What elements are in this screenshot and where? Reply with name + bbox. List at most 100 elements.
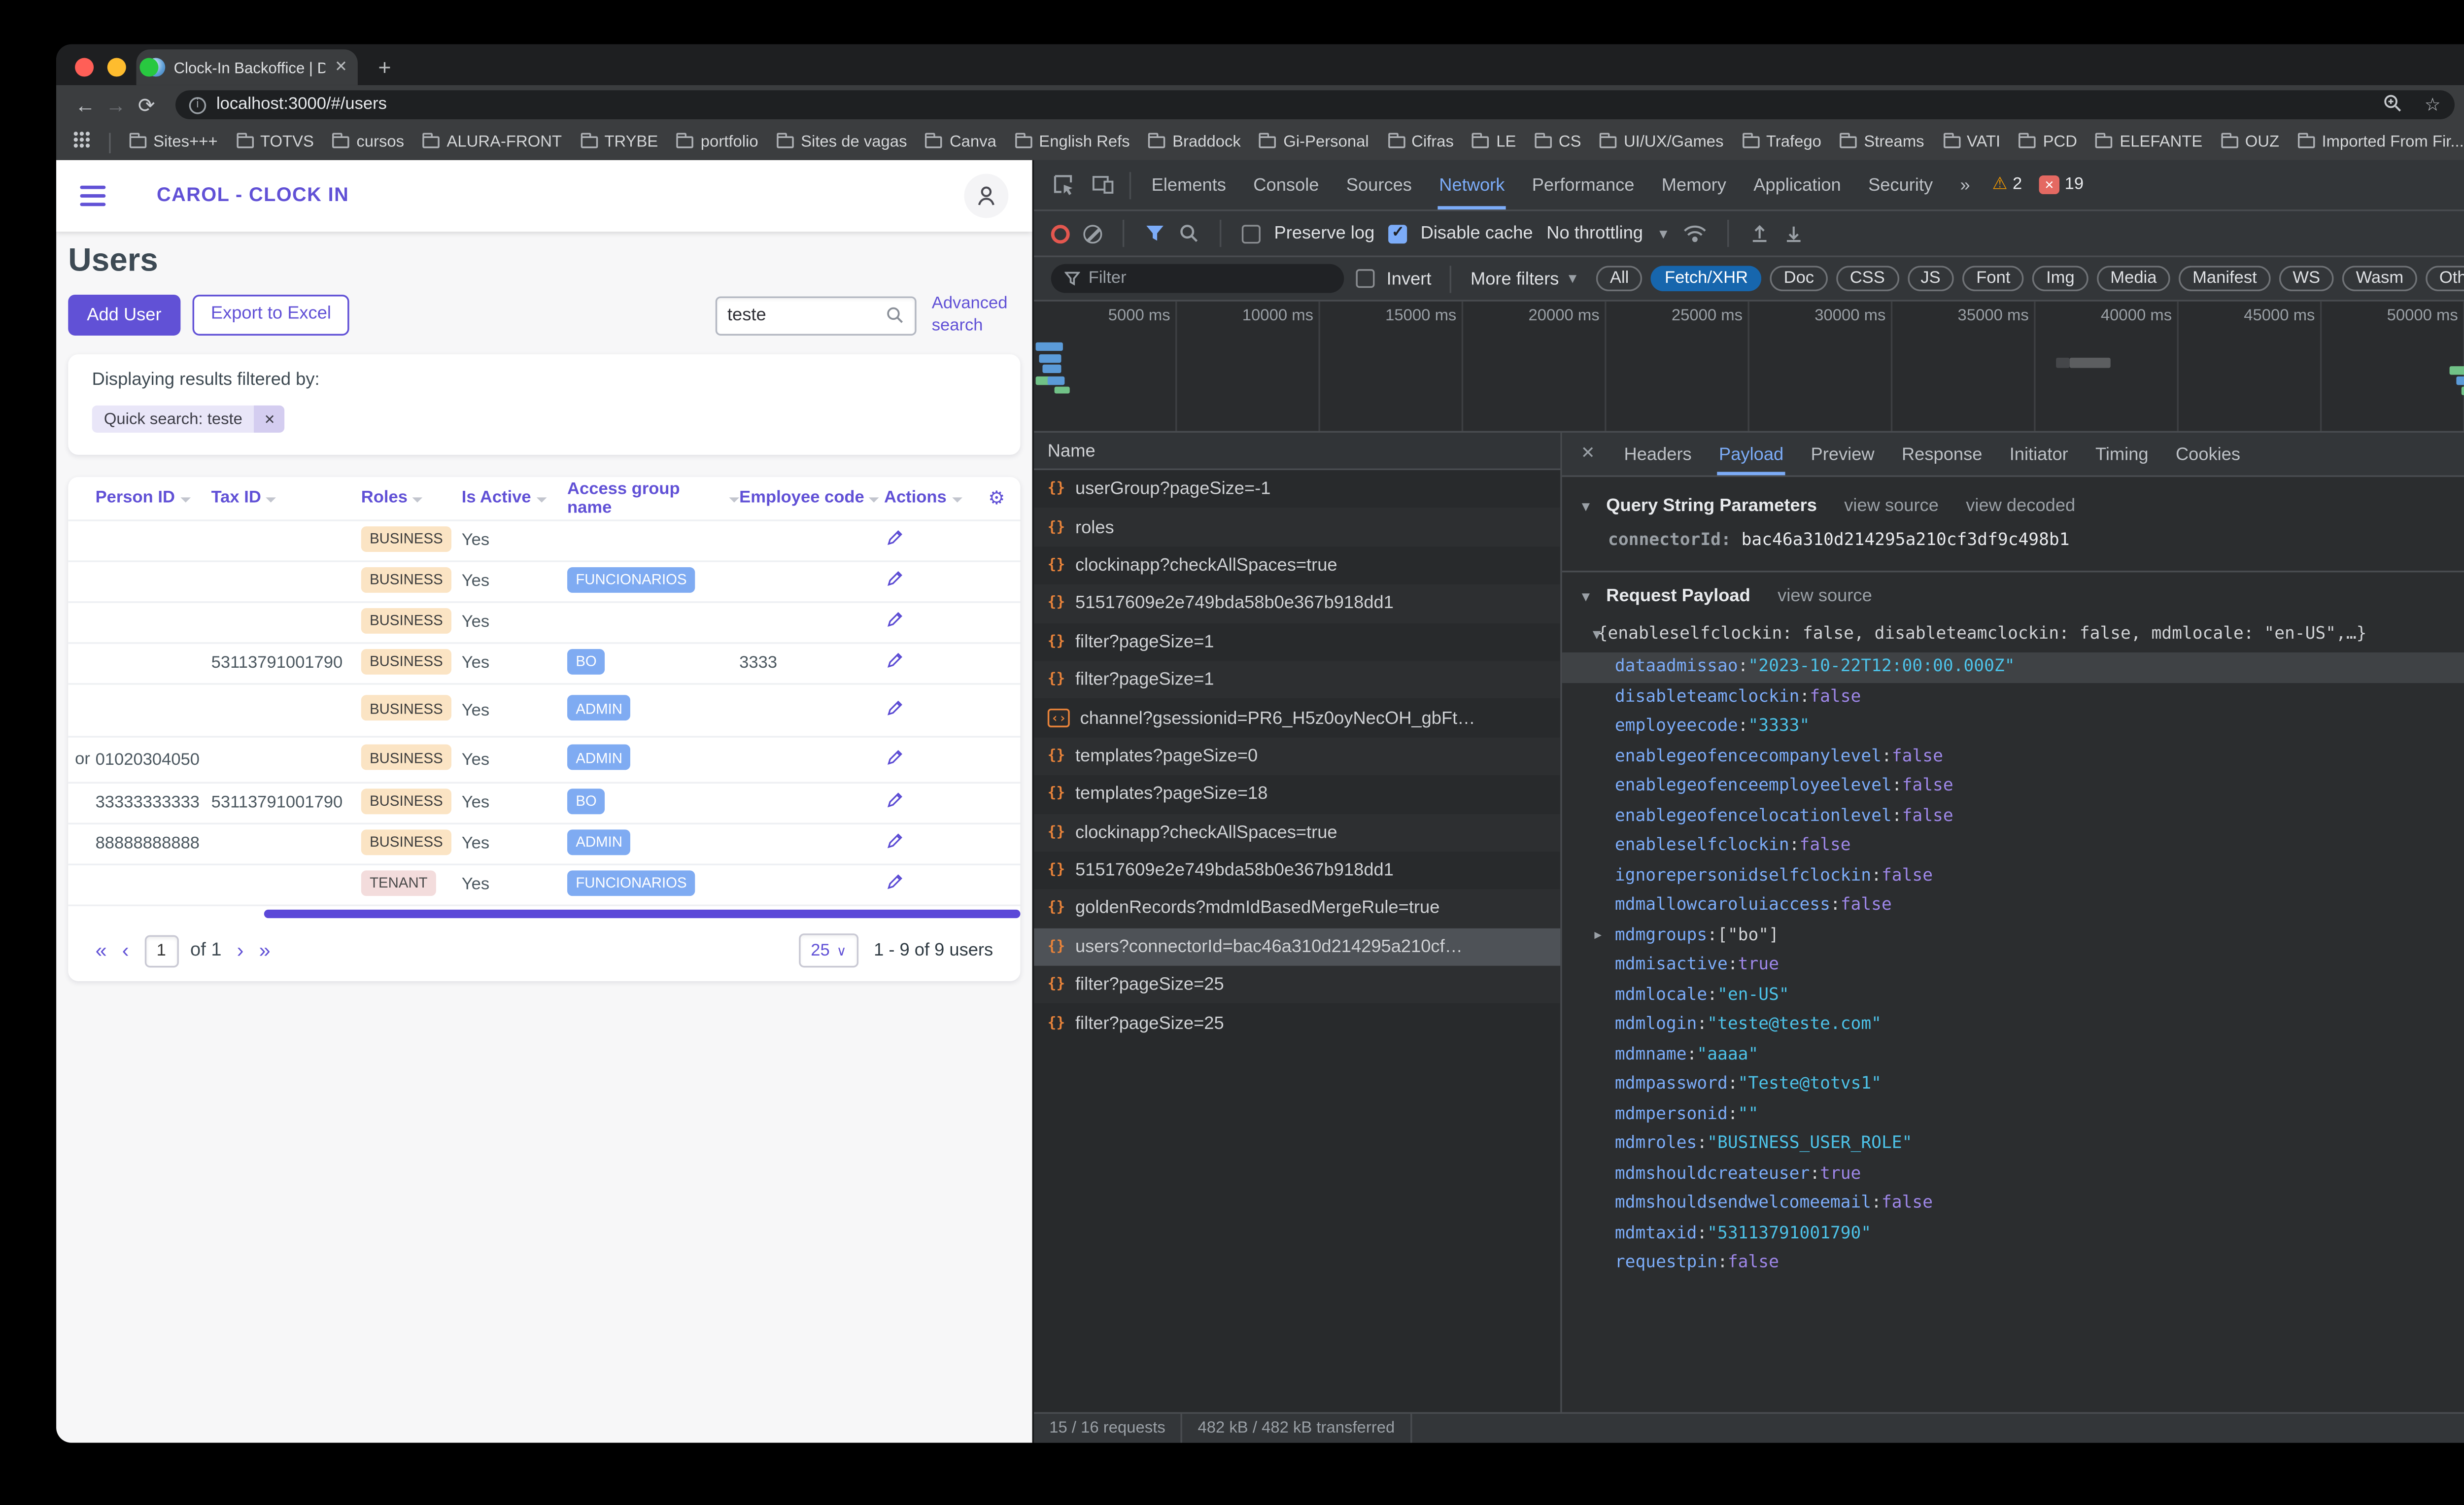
request-row[interactable]: {} templates?pageSize=0: [1034, 737, 1561, 776]
disable-cache-checkbox[interactable]: [1388, 222, 1407, 243]
column-header-actions[interactable]: Actions: [884, 489, 973, 508]
payload-entry[interactable]: mdmallowcaroluiaccess: false: [1562, 891, 2464, 921]
more-tabs-icon[interactable]: »: [1947, 160, 1984, 209]
warnings-badge[interactable]: ⚠ 2: [1992, 175, 2022, 194]
payload-entry[interactable]: enablegeofencecompanylevel: false: [1562, 742, 2464, 771]
payload-object-summary[interactable]: ▼ {enableselfclockin: false, disableteam…: [1562, 615, 2464, 652]
filter-chip-doc[interactable]: Doc: [1770, 266, 1828, 292]
preserve-log-checkbox[interactable]: [1241, 224, 1261, 243]
table-row[interactable]: BUSINESS Yes: [68, 521, 1021, 562]
bookmark-item[interactable]: Imported From Fir...: [2298, 133, 2464, 152]
devtools-tab-network[interactable]: Network: [1426, 160, 1518, 210]
network-overview-timeline[interactable]: 5000 ms 10000 ms 15000 ms 20000 ms 25000 ms 3…: [1034, 301, 2464, 433]
table-row[interactable]: 53113791001790 BUSINESS Yes BO 3333: [68, 644, 1021, 685]
issues-badge[interactable]: ✕ 19: [2039, 175, 2084, 195]
filter-input[interactable]: Filter: [1051, 264, 1344, 293]
request-row[interactable]: {} userGroup?pageSize=-1: [1034, 470, 1560, 508]
column-header-employee-code[interactable]: Employee code: [739, 489, 884, 508]
details-tab-response[interactable]: Response: [1888, 433, 1996, 475]
edit-pencil-icon[interactable]: [884, 650, 904, 671]
edit-pencil-icon[interactable]: [884, 790, 904, 811]
export-to-excel-button[interactable]: Export to Excel: [192, 294, 350, 336]
payload-entry[interactable]: enablegeofenceemployeelevel: false: [1562, 772, 2464, 801]
edit-pencil-icon[interactable]: [884, 831, 904, 852]
payload-entry[interactable]: mdmname: "aaaa": [1562, 1040, 2464, 1069]
import-har-icon[interactable]: [1750, 223, 1770, 243]
payload-entry[interactable]: mdmshouldsendwelcomeemail: false: [1562, 1189, 2464, 1219]
request-row[interactable]: {} clockinapp?checkAllSpaces=true: [1034, 813, 1561, 852]
user-menu-button[interactable]: [964, 173, 1009, 218]
throttling-select[interactable]: No throttling: [1546, 223, 1643, 243]
bookmark-item[interactable]: UI/UX/Games: [1600, 133, 1724, 152]
column-settings-gear-icon[interactable]: ⚙: [988, 487, 1005, 509]
close-details-icon[interactable]: ✕: [1566, 445, 1610, 463]
bookmark-item[interactable]: OUZ: [2221, 133, 2279, 152]
last-page-button[interactable]: »: [259, 939, 271, 962]
request-row[interactable]: {} filter?pageSize=25: [1034, 966, 1561, 1004]
payload-entry[interactable]: mdmlocale: "en-US": [1562, 980, 2464, 1010]
bookmark-item[interactable]: Braddock: [1148, 133, 1241, 152]
request-row[interactable]: {} users?connectorId=bac46a310d214295a210…: [1034, 927, 1561, 966]
bookmark-item[interactable]: PCD: [2019, 133, 2077, 152]
table-row[interactable]: BUSINESS Yes: [68, 603, 1021, 644]
new-tab-button[interactable]: +: [378, 55, 391, 80]
request-row[interactable]: {} clockinapp?checkAllSpaces=true: [1034, 547, 1560, 584]
bookmark-item[interactable]: ALURA-FRONT: [423, 133, 562, 152]
export-har-icon[interactable]: [1784, 223, 1805, 243]
edit-pencil-icon[interactable]: [884, 569, 904, 589]
reload-icon[interactable]: ⟳: [131, 93, 162, 116]
bookmark-item[interactable]: LE: [1472, 133, 1516, 152]
bookmark-item[interactable]: Cifras: [1387, 133, 1454, 152]
add-user-button[interactable]: Add User: [68, 294, 180, 336]
details-tab-cookies[interactable]: Cookies: [2162, 433, 2254, 475]
filter-chip-other[interactable]: Other: [2426, 266, 2464, 292]
record-network-log-button[interactable]: [1051, 224, 1070, 243]
payload-entry[interactable]: employeecode: "3333": [1562, 712, 2464, 742]
view-source-link[interactable]: view source: [1778, 586, 1872, 606]
zoom-page-icon[interactable]: [2384, 93, 2402, 116]
request-row[interactable]: {} filter?pageSize=1: [1034, 660, 1561, 699]
bookmark-item[interactable]: Streams: [1840, 133, 1924, 152]
edit-pencil-icon[interactable]: [884, 610, 904, 630]
network-conditions-icon[interactable]: [1684, 223, 1708, 243]
column-header-is-active[interactable]: Is Active: [462, 489, 567, 508]
payload-entry[interactable]: enablegeofencelocationlevel: false: [1562, 801, 2464, 831]
bookmark-item[interactable]: portfolio: [677, 133, 758, 152]
bookmark-item[interactable]: cursos: [332, 133, 404, 152]
clear-network-log-icon[interactable]: [1083, 224, 1102, 243]
site-info-icon[interactable]: i: [189, 96, 206, 113]
payload-entry[interactable]: mdmroles: "BUSINESS_USER_ROLE": [1562, 1129, 2464, 1159]
devtools-tab-application[interactable]: Application: [1740, 160, 1855, 209]
column-header-person-id[interactable]: Person ID: [96, 489, 211, 508]
payload-entry[interactable]: mdmpassword: "Teste@totvs1": [1562, 1070, 2464, 1099]
table-row[interactable]: BUSINESS Yes ADMIN: [68, 685, 1021, 738]
search-network-icon[interactable]: [1179, 223, 1199, 243]
request-row[interactable]: {} filter?pageSize=25: [1034, 1004, 1560, 1042]
view-decoded-link[interactable]: view decoded: [1966, 496, 2075, 516]
payload-entry[interactable]: mdmlogin: "teste@teste.com": [1562, 1010, 2464, 1040]
payload-entry[interactable]: ▶ mdmgroups: ["bo"]: [1562, 921, 2464, 950]
request-row[interactable]: {} templates?pageSize=18: [1034, 775, 1560, 813]
table-row[interactable]: 33333333333 53113791001790 BUSINESS Yes BO: [68, 784, 1021, 824]
payload-entry[interactable]: disableteamclockin: false: [1562, 682, 2464, 712]
details-tab-timing[interactable]: Timing: [2082, 433, 2162, 475]
forward-icon[interactable]: →: [101, 93, 131, 116]
table-row[interactable]: BUSINESS Yes FUNCIONARIOS: [68, 562, 1021, 603]
table-row[interactable]: TENANT Yes FUNCIONARIOS: [68, 865, 1021, 906]
edit-pencil-icon[interactable]: [884, 872, 904, 892]
apps-grid-icon[interactable]: [73, 131, 91, 153]
devtools-tab-memory[interactable]: Memory: [1648, 160, 1740, 209]
page-number-input[interactable]: 1: [144, 934, 178, 967]
details-tab-payload[interactable]: Payload: [1705, 433, 1797, 476]
edit-pencil-icon[interactable]: [884, 528, 904, 548]
request-payload-section-header[interactable]: ▼ Request Payload view source: [1562, 578, 2464, 615]
devtools-tab-console[interactable]: Console: [1240, 160, 1333, 209]
horizontal-scrollbar-thumb[interactable]: [264, 909, 1021, 919]
view-source-link[interactable]: view source: [1844, 496, 1939, 516]
table-row[interactable]: or 01020304050 BUSINESS Yes ADMIN: [68, 738, 1021, 784]
bookmark-item[interactable]: VATI: [1943, 133, 2000, 152]
search-input[interactable]: [727, 305, 887, 326]
device-toolbar-icon[interactable]: [1092, 174, 1114, 196]
edit-pencil-icon[interactable]: [884, 697, 904, 718]
request-row[interactable]: ‹› channel?gsessionid=PR6_H5z0oyNecOH_gbF…: [1034, 699, 1560, 737]
